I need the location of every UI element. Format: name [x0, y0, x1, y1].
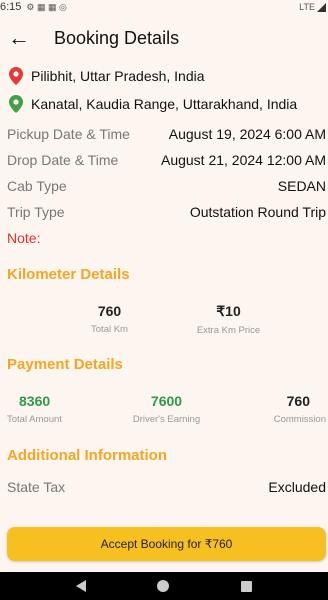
red-location-pin-icon	[9, 67, 23, 85]
driver-earning-stat: 7600 Driver's Earning	[113, 393, 219, 425]
detail-row-drop: Drop Date & Time August 21, 2024 12:00 A…	[0, 147, 328, 173]
total-km-value: 760	[97, 303, 122, 319]
trip-type-label: Trip Type	[7, 204, 65, 220]
notification-icons: ⚙ ▦ ▦ ◎	[26, 1, 67, 12]
commission-value: 760	[286, 393, 310, 409]
extra-km-price-label: Extra Km Price	[196, 325, 261, 336]
note-label: Note:	[7, 230, 41, 246]
nav-home-icon[interactable]	[157, 580, 170, 592]
system-nav-bar	[0, 572, 328, 600]
extra-km-price-stat: ₹10 Extra Km Price	[169, 303, 288, 336]
additional-info-heading: Additional Information	[7, 447, 167, 464]
driver-earning-value: 7600	[150, 393, 183, 409]
pickup-time-label: Pickup Date & Time	[7, 126, 130, 142]
cab-type-value: SEDAN	[277, 178, 326, 194]
detail-row-trip: Trip Type Outstation Round Trip	[0, 199, 328, 225]
nav-back-icon[interactable]	[75, 580, 86, 592]
total-km-stat: 760 Total Km	[50, 303, 169, 336]
commission-label: Commission	[273, 414, 326, 425]
detail-row-cab: Cab Type SEDAN	[0, 173, 328, 199]
pickup-location: Pilibhit, Uttar Pradesh, India	[0, 62, 328, 90]
status-bar: 6:15 ⚙ ▦ ▦ ◎ LTE	[0, 0, 328, 14]
drop-location: Kanatal, Kaudia Range, Uttarakhand, Indi…	[0, 90, 328, 118]
back-arrow-icon[interactable]: ←	[8, 25, 36, 51]
payment-stats: 8360 Total Amount 7600 Driver's Earning …	[0, 393, 328, 425]
signal-icon	[317, 2, 326, 12]
drop-location-text: Kanatal, Kaudia Range, Uttarakhand, Indi…	[31, 96, 298, 112]
total-amount-label: Total Amount	[7, 414, 62, 425]
kilometer-details-heading: Kilometer Details	[7, 266, 130, 283]
state-tax-row: State Tax Excluded	[0, 474, 328, 500]
total-amount-value: 8360	[19, 393, 51, 409]
network-label: LTE	[299, 2, 315, 12]
app-bar: ← Booking Details	[0, 14, 328, 62]
drop-time-label: Drop Date & Time	[7, 152, 119, 168]
green-location-pin-icon	[9, 95, 23, 113]
pickup-time-value: August 19, 2024 6:00 AM	[168, 126, 326, 142]
total-km-label: Total Km	[91, 324, 128, 335]
kilometer-stats: 760 Total Km ₹10 Extra Km Price	[0, 303, 328, 336]
payment-details-heading: Payment Details	[7, 356, 123, 373]
total-amount-stat: 8360 Total Amount	[0, 393, 113, 425]
nav-recents-icon[interactable]	[241, 580, 253, 592]
state-tax-label: State Tax	[7, 479, 66, 495]
drop-time-value: August 21, 2024 12:00 AM	[160, 152, 326, 168]
status-time: 6:15	[0, 1, 22, 13]
accept-booking-button[interactable]: Accept Booking for ₹760	[7, 527, 326, 561]
detail-row-pickup: Pickup Date & Time August 19, 2024 6:00 …	[0, 121, 328, 147]
extra-km-price-value: ₹10	[216, 303, 241, 319]
pickup-location-text: Pilibhit, Uttar Pradesh, India	[31, 68, 205, 84]
trip-type-value: Outstation Round Trip	[189, 204, 326, 220]
driver-earning-label: Driver's Earning	[132, 414, 201, 425]
cab-type-label: Cab Type	[7, 178, 67, 194]
state-tax-value: Excluded	[268, 479, 326, 495]
page-title: Booking Details	[54, 27, 180, 48]
commission-stat: 760 Commission	[220, 393, 328, 425]
